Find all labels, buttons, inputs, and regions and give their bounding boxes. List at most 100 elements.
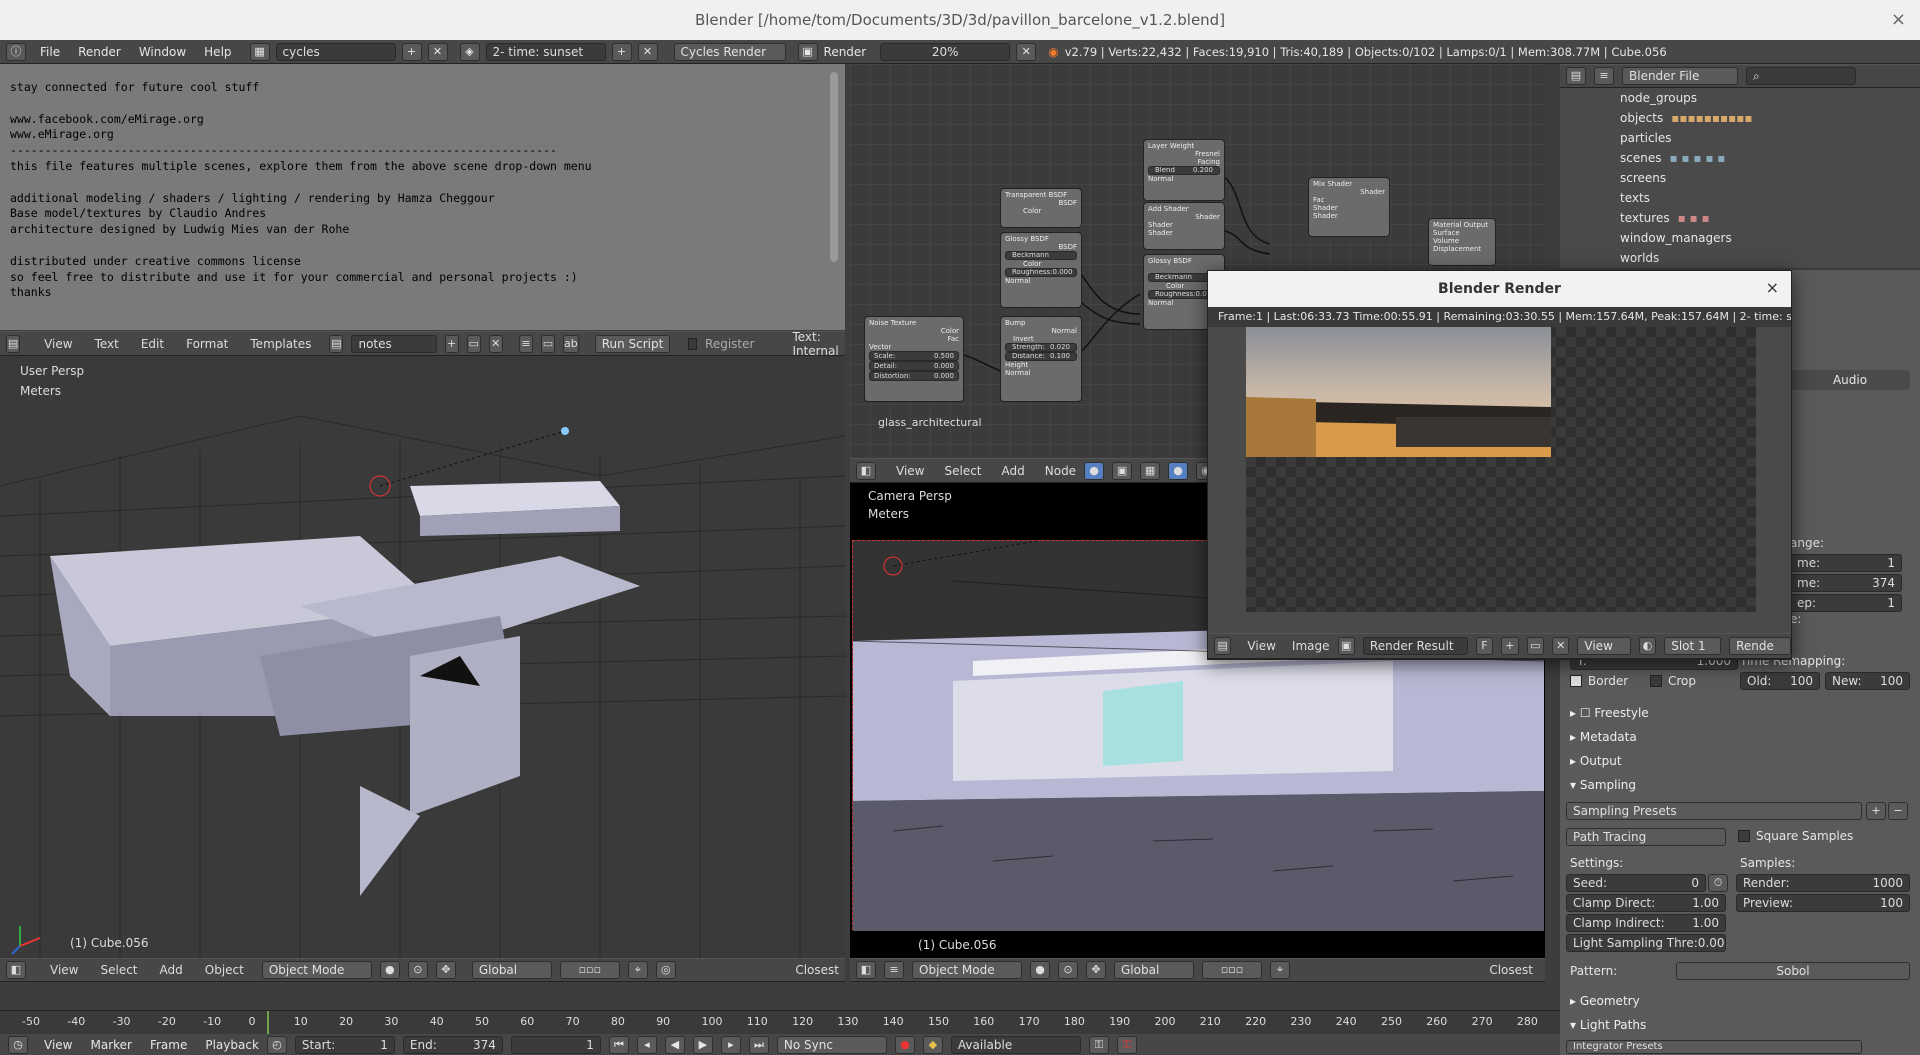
square-samples-checkbox[interactable]: Square Samples xyxy=(1738,829,1853,843)
outliner-item[interactable]: particles xyxy=(1560,128,1920,148)
syntax-icon[interactable]: ab xyxy=(562,334,579,353)
clamp-indirect-field[interactable]: Clamp Indirect: 1.00 xyxy=(1566,914,1726,932)
open-image-icon[interactable]: ▭ xyxy=(1526,637,1544,655)
editor-type-icon[interactable]: ▤ xyxy=(1214,637,1232,655)
remove-preset-icon[interactable]: − xyxy=(1888,802,1908,820)
node-menu-node[interactable]: Node xyxy=(1045,464,1076,478)
menu-toggle-icon[interactable]: ≡ xyxy=(1594,67,1614,85)
seed-field[interactable]: Seed: 0 xyxy=(1566,874,1706,892)
outliner-item[interactable]: scenes ▪ ▪ ▪ ▪ ▪ xyxy=(1560,148,1920,168)
outliner-item[interactable]: screens xyxy=(1560,168,1920,188)
vp-menu-select[interactable]: Select xyxy=(100,963,137,977)
keying-set-field[interactable]: Available xyxy=(950,1035,1081,1054)
screen-selector[interactable]: cycles xyxy=(275,42,396,61)
image-menu-image[interactable]: Image xyxy=(1292,639,1330,653)
invert-checkbox[interactable]: Invert xyxy=(1005,335,1077,343)
layers-icon[interactable]: ▫▫▫ xyxy=(1202,961,1262,979)
editor-type-icon[interactable]: ◧ xyxy=(6,961,26,979)
info-icon[interactable]: ⓘ xyxy=(6,42,26,61)
timeline[interactable]: -50 -40 -30 -20 -10 0 10 20 30 40 50 60 70 80 90 100 110… xyxy=(0,1010,1560,1035)
metadata-panel-header[interactable]: ▸ Metadata xyxy=(1560,726,1920,748)
snap-icon[interactable]: ⌖ xyxy=(1270,961,1290,979)
menu-toggle-icon[interactable]: ≡ xyxy=(884,961,904,979)
unlink-image-icon[interactable]: ✕ xyxy=(1551,637,1570,655)
display-channels-icon[interactable]: ◐ xyxy=(1638,637,1657,655)
strength-field[interactable]: Strength: 0.020 xyxy=(1005,343,1077,352)
preview-samples-field[interactable]: Preview: 100 xyxy=(1736,894,1910,912)
glossy-bsdf-node-1[interactable]: Glossy BSDF BSDF Beckmann Color Roughnes… xyxy=(1000,232,1082,308)
text-menu-text[interactable]: Text xyxy=(95,337,119,351)
timeline-menu-frame[interactable]: Frame xyxy=(150,1038,187,1052)
integrator-select[interactable]: Path Tracing xyxy=(1566,828,1726,846)
add-scene-icon[interactable]: + xyxy=(611,42,632,61)
scale-field[interactable]: Scale: 0.500 xyxy=(869,351,959,361)
editor-type-icon[interactable]: ▤ xyxy=(1566,67,1586,85)
view-mode-select[interactable]: View xyxy=(1577,637,1631,655)
integrator-presets-select[interactable]: Integrator Presets xyxy=(1566,1040,1862,1054)
frame-end-field[interactable]: me: 374 xyxy=(1790,574,1902,592)
orientation-select[interactable]: Global xyxy=(1114,961,1194,979)
render-window-close-button[interactable]: × xyxy=(1766,278,1779,297)
new-image-icon[interactable]: + xyxy=(1501,637,1519,655)
current-frame-marker[interactable] xyxy=(267,1011,269,1035)
sampling-panel-header[interactable]: ▾ Sampling xyxy=(1560,774,1920,796)
snap-closest-label[interactable]: Closest xyxy=(795,963,839,977)
render-layer-select[interactable]: Rende xyxy=(1729,637,1792,655)
record-icon[interactable]: ● xyxy=(894,1035,915,1054)
unlink-text-icon[interactable]: ✕ xyxy=(488,334,503,353)
cancel-render-icon[interactable]: ✕ xyxy=(1016,42,1037,61)
word-wrap-icon[interactable]: ▭ xyxy=(540,334,555,353)
mode-select[interactable]: Object Mode xyxy=(912,961,1022,979)
noise-texture-node[interactable]: Noise Texture Color Fac Vector Scale: 0.5… xyxy=(864,316,964,402)
text-menu-view[interactable]: View xyxy=(44,337,72,351)
vp-menu-add[interactable]: Add xyxy=(160,963,183,977)
line-numbers-icon[interactable]: ≡ xyxy=(518,334,533,353)
layer-weight-node[interactable]: Layer Weight Fresnel Facing Blend 0.200 N… xyxy=(1143,139,1225,201)
sampling-presets-select[interactable]: Sampling Presets xyxy=(1566,802,1862,820)
jump-start-icon[interactable]: ⏮ xyxy=(608,1035,629,1054)
add-shader-node[interactable]: Add Shader Shader Shader Shader xyxy=(1143,202,1225,250)
screen-layout-icon[interactable]: ▦ xyxy=(249,42,270,61)
play-icon[interactable]: ▶ xyxy=(692,1035,713,1054)
editor-type-icon[interactable]: ◧ xyxy=(856,461,876,480)
light-sampling-threshold-field[interactable]: Light Sampling Thre: 0.00 xyxy=(1566,934,1726,952)
timeline-menu-view[interactable]: View xyxy=(44,1038,72,1052)
bump-node[interactable]: Bump Normal Invert Strength: 0.020 Distan… xyxy=(1000,316,1082,402)
text-editor-scrollbar[interactable] xyxy=(830,72,838,262)
text-menu-format[interactable]: Format xyxy=(186,337,228,351)
manipulator-icon[interactable]: ✥ xyxy=(1086,961,1106,979)
editor-type-icon[interactable]: ▤ xyxy=(6,334,21,353)
output-panel-header[interactable]: ▸ Output xyxy=(1560,750,1920,772)
text-datablock-field[interactable]: notes xyxy=(351,334,437,353)
texture-nodes-icon[interactable]: ▦ xyxy=(1140,461,1161,480)
play-reverse-icon[interactable]: ◀ xyxy=(664,1035,685,1054)
crop-checkbox[interactable]: Crop xyxy=(1650,674,1696,688)
window-close-button[interactable]: × xyxy=(1891,9,1906,30)
image-name-field[interactable]: Render Result xyxy=(1362,637,1468,655)
menu-file[interactable]: File xyxy=(40,45,60,59)
pivot-icon[interactable]: ⊙ xyxy=(407,961,428,979)
render-image-area[interactable] xyxy=(1246,327,1756,612)
mode-select[interactable]: Object Mode xyxy=(261,961,372,979)
keyframe-icon[interactable]: ◆ xyxy=(922,1035,943,1054)
sync-mode-select[interactable]: No Sync xyxy=(776,1035,887,1054)
render-slot-select[interactable]: Slot 1 xyxy=(1664,637,1722,655)
transparent-bsdf-node[interactable]: Transparent BSDF BSDF Color xyxy=(1000,188,1082,228)
shading-icon[interactable]: ● xyxy=(379,961,400,979)
freestyle-panel-header[interactable]: ▸ ☐ Freestyle xyxy=(1560,702,1920,724)
outliner-item[interactable]: objects ▪▪▪▪▪▪▪▪▪▪ xyxy=(1560,108,1920,128)
outliner-item[interactable]: node_groups xyxy=(1560,88,1920,108)
orientation-select[interactable]: Global xyxy=(471,961,552,979)
text-menu-edit[interactable]: Edit xyxy=(141,337,164,351)
light-paths-panel-header[interactable]: ▾ Light Paths xyxy=(1560,1014,1920,1036)
menu-help[interactable]: Help xyxy=(204,45,231,59)
register-checkbox[interactable] xyxy=(688,337,698,350)
text-datablock-icon[interactable]: ▤ xyxy=(329,334,344,353)
image-menu-view[interactable]: View xyxy=(1247,639,1275,653)
add-preset-icon[interactable]: + xyxy=(1866,802,1886,820)
outliner-search-input[interactable]: ⌕ xyxy=(1746,67,1856,85)
render-icon[interactable]: ▣ xyxy=(797,42,818,61)
text-menu-templates[interactable]: Templates xyxy=(250,337,311,351)
render-samples-field[interactable]: Render: 1000 xyxy=(1736,874,1910,892)
add-screen-icon[interactable]: + xyxy=(401,42,422,61)
